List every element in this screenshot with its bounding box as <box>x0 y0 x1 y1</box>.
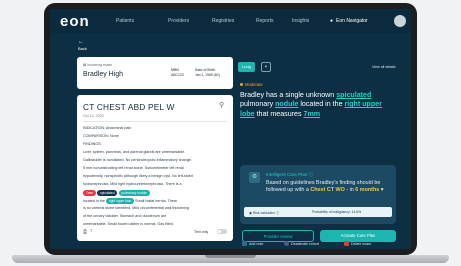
add-note-button[interactable]: Add note <box>242 241 263 246</box>
avatar[interactable] <box>394 15 406 27</box>
search-icon[interactable]: ⚲ <box>219 101 224 109</box>
finding-summary: Bradley has a single unknown spiculated … <box>240 91 382 118</box>
trash-icon <box>344 241 349 246</box>
care-plan-card: ⚙ Intelligent Care Plan ⓘ Based on guide… <box>240 165 396 224</box>
print-icon[interactable]: ⎙ <box>83 229 87 235</box>
dob-value: Jan 1, 1965 (60) <box>195 73 220 77</box>
nav-providers[interactable]: Providers <box>168 18 189 24</box>
divider <box>83 121 227 122</box>
report-line: unremarkable. Small bowel caliber is nor… <box>83 222 174 226</box>
report-line-located: located in the right upper lobe Small hi… <box>83 198 178 204</box>
deactivate-icon <box>284 241 289 246</box>
text-only-label: Text only <box>194 230 209 234</box>
user-icon: ● <box>330 18 334 24</box>
tab-lung[interactable]: Lung <box>238 62 255 72</box>
mrn-value: ABC123 <box>171 73 184 77</box>
severity-badge: Moderate <box>240 82 263 87</box>
app-logo[interactable]: eon <box>60 13 90 30</box>
report-line: is no ureteral stone identified. Mild ci… <box>83 206 189 210</box>
patient-card: ▤ Incoming exam Bradley High MRN ABC123 … <box>77 57 233 89</box>
report-line: COMPARISON: None <box>83 134 119 138</box>
tag-pulmonary-nodule[interactable]: pulmonary nodule <box>118 190 150 196</box>
mrn-label: MRN <box>171 68 179 72</box>
severity-dot-icon <box>240 83 243 87</box>
nav-patients[interactable]: Patients <box>116 18 134 24</box>
report-line-tags: 7mm spiculated pulmonary nodule <box>83 190 150 196</box>
tag-spiculated[interactable]: spiculated <box>97 190 118 196</box>
profile-menu[interactable]: ● Eon Navigator <box>330 18 368 24</box>
patient-name: Bradley High <box>83 71 124 78</box>
report-title: CT CHEST ABD PEL W <box>83 102 175 112</box>
risk-value: Probability of malignancy: 14.6% <box>312 210 362 214</box>
delete-exam-button[interactable]: Delete exam <box>344 241 371 246</box>
add-tab-button[interactable]: + <box>261 62 271 72</box>
tag-size[interactable]: 7mm <box>83 190 97 196</box>
note-icon <box>242 241 247 246</box>
laptop-notch <box>205 255 256 258</box>
report-date: Oct 14, 2025 <box>83 114 104 118</box>
dob-label: Date of Birth <box>195 68 216 72</box>
app-screen: eon Patients Providers Registries Report… <box>50 9 411 249</box>
profile-name: Eon Navigator <box>336 18 368 24</box>
link-size[interactable]: 7mm <box>304 110 321 118</box>
report-line: FINDINGS: <box>83 142 102 146</box>
report-line: Liver, spleen, pancreas, and adrenal gla… <box>83 150 186 154</box>
risk-calculator-row[interactable]: ◉ Risk calculator ⓘ Probability of malig… <box>244 207 392 217</box>
nav-insights[interactable]: Insights <box>292 18 309 24</box>
link-nodule[interactable]: nodule <box>275 100 298 108</box>
nav-reports[interactable]: Reports <box>256 18 274 24</box>
report-line: Gallbladder is nondilated. No pericholec… <box>83 158 192 162</box>
incoming-exam-label: ▤ Incoming exam <box>83 63 112 67</box>
care-plan-icon: ⚙ <box>249 172 260 183</box>
tag-right-upper-lobe[interactable]: right upper lobe <box>105 198 135 204</box>
report-line: hydronephrosis. Mild right hydroureteron… <box>83 182 182 186</box>
back-arrow-icon[interactable]: ← <box>78 39 84 45</box>
report-line: INDICATION: Abdominal pain <box>83 126 132 130</box>
deactivate-cohort-button[interactable]: Deactivate cohort <box>284 241 319 246</box>
followup-exam: Chest CT WO <box>310 187 345 193</box>
finding-panel: Lung + View all details Moderate Bradley… <box>238 62 398 246</box>
back-link[interactable]: Back <box>78 46 87 51</box>
care-plan-text: Based on guidelines Bradley's finding sh… <box>266 180 384 193</box>
report-line: 5 mm nonobstructing left renal stone. Su… <box>83 166 184 170</box>
report-line: of the urinary bladder. Stomach and duod… <box>83 214 167 218</box>
action-bar: Add note Deactivate cohort Delete exam <box>236 241 411 249</box>
link-spiculated[interactable]: spiculated <box>336 91 371 99</box>
view-all-link[interactable]: View all details <box>372 65 396 69</box>
report-card: CT CHEST ABD PEL W Oct 14, 2025 ⚲ INDICA… <box>77 95 233 241</box>
report-line: hypodensity, nonspecific although likely… <box>83 174 193 178</box>
risk-calculator-label: ◉ Risk calculator ⓘ <box>249 210 280 215</box>
care-plan-title: Intelligent Care Plan ⓘ <box>266 172 314 177</box>
nav-registries[interactable]: Registries <box>212 18 234 24</box>
top-nav: eon Patients Providers Registries Report… <box>50 9 411 33</box>
text-size-icon[interactable]: ᵀ <box>90 229 92 235</box>
text-only-toggle[interactable] <box>217 229 227 234</box>
followup-interval: 6 months <box>355 187 380 193</box>
